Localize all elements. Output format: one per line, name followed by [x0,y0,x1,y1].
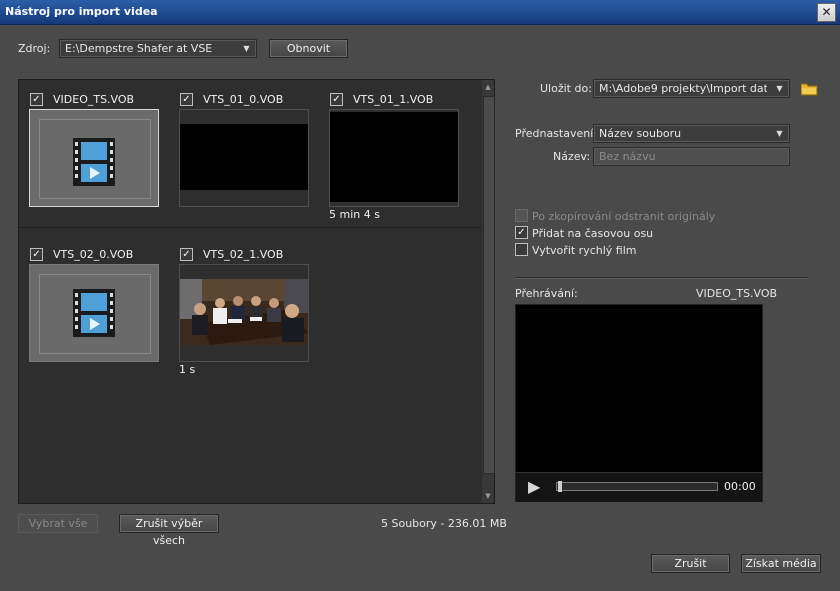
scroll-up-icon[interactable]: ▲ [482,80,494,94]
import-dialog: Nástroj pro import videa ✕ Zdroj: E:\Dem… [0,0,840,591]
preview-player: ▶ 00:00 [515,304,763,502]
file-thumbnail[interactable] [29,109,159,207]
scrollbar-thumb[interactable] [483,96,495,474]
name-placeholder: Bez názvu [599,150,656,163]
file-checkbox[interactable]: ✓ [330,93,343,106]
file-grid[interactable]: ✓ VIDEO_TS.VOB ✓ VTS_01_0.VOB ✓ VTS_01_1… [18,79,495,504]
cancel-button[interactable]: Zrušit [651,554,730,573]
select-all-button[interactable]: Vybrat vše [18,514,98,533]
deselect-all-button[interactable]: Zrušit výběr všech [119,514,219,547]
player-controls: ▶ 00:00 [516,472,762,502]
file-checkbox[interactable]: ✓ [30,248,43,261]
delete-originals-checkbox[interactable] [515,209,528,222]
delete-originals-label: Po zkopírování odstranit originály [532,210,716,223]
add-to-timeline-label: Přidat na časovou osu [532,227,654,240]
preset-dropdown[interactable]: Název souboru ▼ [593,124,790,143]
close-button[interactable]: ✕ [817,3,836,22]
save-to-value: M:\Adobe9 projekty\Import dat [599,82,767,95]
chevron-down-icon: ▼ [776,84,783,93]
name-label: Název: [553,150,591,163]
chevron-down-icon: ▼ [243,44,250,53]
name-field[interactable]: Bez názvu [593,147,790,166]
quick-movie-checkbox[interactable] [515,243,528,256]
file-thumbnail[interactable] [179,109,309,207]
file-name: VTS_02_0.VOB [53,248,134,261]
window-title: Nástroj pro import videa [5,5,158,18]
chevron-down-icon: ▼ [776,129,783,138]
quick-movie-label: Vytvořit rychlý film [532,244,637,257]
playback-label: Přehrávání: [515,287,578,300]
play-icon[interactable]: ▶ [528,477,540,496]
title-bar: Nástroj pro import videa ✕ [0,0,840,25]
duration-caption: 5 min 4 s [329,208,380,221]
file-checkbox[interactable]: ✓ [180,93,193,106]
preset-value: Název souboru [599,127,682,140]
save-to-dropdown[interactable]: M:\Adobe9 projekty\Import dat ▼ [593,79,790,98]
time-readout: 00:00 [724,480,756,493]
seek-bar[interactable] [556,481,718,492]
file-checkbox[interactable]: ✓ [30,93,43,106]
file-name: VIDEO_TS.VOB [53,93,135,106]
duration-caption: 1 s [179,363,196,376]
add-to-timeline-checkbox[interactable]: ✓ [515,226,528,239]
source-dropdown[interactable]: E:\Dempstre Shafer at VSE ▼ [59,39,257,58]
source-value: E:\Dempstre Shafer at VSE [65,42,213,55]
file-thumbnail[interactable] [29,264,159,362]
section-divider [515,277,808,279]
files-summary: 5 Soubory - 236.01 MB [381,517,507,530]
file-checkbox[interactable]: ✓ [180,248,193,261]
source-label: Zdroj: [18,42,51,55]
grid-scrollbar[interactable]: ▲ ▼ [482,80,495,503]
row-divider [19,227,481,228]
meeting-photo [180,279,308,345]
folder-icon[interactable] [801,82,818,96]
get-media-button[interactable]: Získat média [741,554,821,573]
file-name: VTS_02_1.VOB [203,248,284,261]
seek-handle[interactable] [558,481,562,492]
save-to-label: Uložit do: [540,82,592,95]
file-thumbnail[interactable] [329,109,459,207]
file-name: VTS_01_1.VOB [353,93,434,106]
close-icon: ✕ [821,5,832,19]
playback-file: VIDEO_TS.VOB [696,287,778,300]
film-icon [73,289,115,337]
preset-label: Přednastavení: [515,127,597,140]
film-icon [73,138,115,186]
file-thumbnail[interactable] [179,264,309,362]
scroll-down-icon[interactable]: ▼ [482,489,494,503]
refresh-button[interactable]: Obnovit [269,39,348,58]
file-name: VTS_01_0.VOB [203,93,284,106]
